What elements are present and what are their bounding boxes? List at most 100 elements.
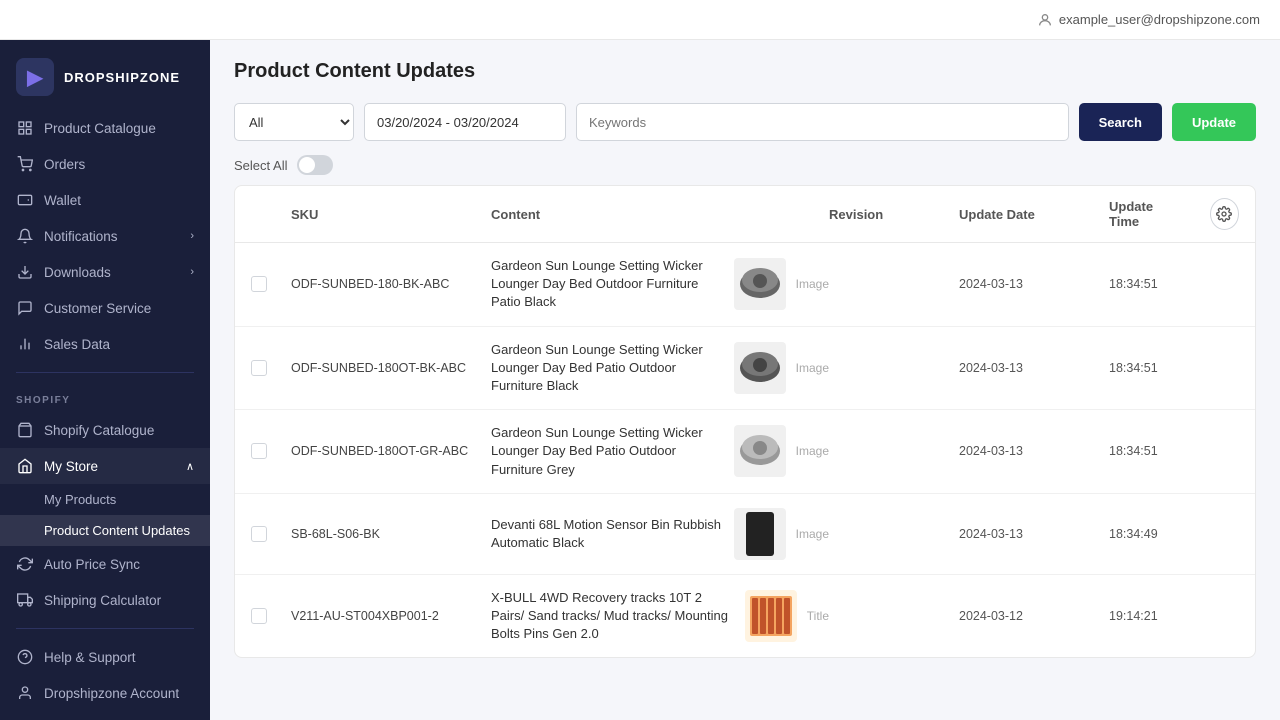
sidebar-item-shopify-catalogue-label: Shopify Catalogue [44, 423, 154, 438]
chart-icon [16, 335, 34, 353]
row-4-sku: SB-68L-S06-BK [291, 527, 491, 541]
sidebar-item-product-catalogue-label: Product Catalogue [44, 121, 156, 136]
shopify-section-label: SHOPIFY [0, 383, 210, 412]
sidebar-item-customer-service[interactable]: Customer Service [0, 290, 210, 326]
logo-arrow: ▶ [27, 65, 42, 90]
sidebar-sub-product-content-updates[interactable]: Product Content Updates [0, 515, 210, 546]
chevron-right-icon: › [190, 230, 194, 242]
select-all-row: Select All [234, 155, 1256, 175]
row-4-time: 18:34:49 [1109, 527, 1239, 541]
wallet-icon [16, 191, 34, 209]
sidebar-item-downloads[interactable]: Downloads › [0, 254, 210, 290]
chevron-up-icon: ∧ [186, 460, 194, 473]
row-3-time: 18:34:51 [1109, 444, 1239, 458]
row-1-checkbox[interactable] [251, 276, 267, 292]
brand-logo: ▶ DROPSHIPZONE [0, 40, 210, 110]
brand-name: DROPSHIPZONE [64, 70, 180, 85]
user-icon [1037, 12, 1053, 28]
sidebar-item-sales-data-label: Sales Data [44, 337, 110, 352]
update-button[interactable]: Update [1172, 103, 1256, 141]
row-3-checkbox[interactable] [251, 443, 267, 459]
logo-icon: ▶ [16, 58, 54, 96]
sidebar-item-downloads-label: Downloads [44, 265, 111, 280]
row-4-date: 2024-03-13 [959, 527, 1109, 541]
table-row: SB-68L-S06-BK Devanti 68L Motion Sensor … [235, 494, 1255, 575]
col-update-time-gear: Update Time [1109, 198, 1239, 230]
select-all-label: Select All [234, 158, 287, 173]
row-2-thumb [734, 342, 786, 394]
sidebar-item-product-catalogue[interactable]: Product Catalogue [0, 110, 210, 146]
row-1-thumb [734, 258, 786, 310]
row-3-thumb [734, 425, 786, 477]
sidebar-item-auto-price-sync[interactable]: Auto Price Sync [0, 546, 210, 582]
row-4-content-text: Devanti 68L Motion Sensor Bin Rubbish Au… [491, 516, 724, 552]
sidebar-item-wallet-label: Wallet [44, 193, 81, 208]
grid-icon [16, 119, 34, 137]
date-range-input[interactable] [364, 103, 566, 141]
row-4-content: Devanti 68L Motion Sensor Bin Rubbish Au… [491, 508, 829, 560]
filter-bar: All Search Update [234, 103, 1256, 141]
sidebar-item-dropshipzone-account[interactable]: Dropshipzone Account [0, 675, 210, 711]
table-row: ODF-SUNBED-180OT-GR-ABC Gardeon Sun Loun… [235, 410, 1255, 494]
sidebar: ▶ DROPSHIPZONE Product Catalogue Orders … [0, 40, 210, 720]
sidebar-item-orders[interactable]: Orders [0, 146, 210, 182]
store-icon [16, 457, 34, 475]
main-content: Product Content Updates All Search Updat… [210, 40, 1280, 720]
cart-icon [16, 155, 34, 173]
sidebar-item-wallet[interactable]: Wallet [0, 182, 210, 218]
chat-icon [16, 299, 34, 317]
row-2-sku: ODF-SUNBED-180OT-BK-ABC [291, 361, 491, 375]
row-3-date: 2024-03-13 [959, 444, 1109, 458]
row-3-content: Gardeon Sun Lounge Setting Wicker Lounge… [491, 424, 829, 479]
row-4-image-label: Image [796, 527, 829, 541]
bell-icon [16, 227, 34, 245]
row-3-content-text: Gardeon Sun Lounge Setting Wicker Lounge… [491, 424, 724, 479]
settings-button[interactable] [1210, 198, 1239, 230]
sidebar-item-auto-price-sync-label: Auto Price Sync [44, 557, 140, 572]
row-5-checkbox[interactable] [251, 608, 267, 624]
sidebar-item-my-store[interactable]: My Store ∧ [0, 448, 210, 484]
row-1-sku: ODF-SUNBED-180-BK-ABC [291, 277, 491, 291]
account-icon [16, 684, 34, 702]
sidebar-item-shopify-catalogue[interactable]: Shopify Catalogue [0, 412, 210, 448]
row-1-time: 18:34:51 [1109, 277, 1239, 291]
table-row: ODF-SUNBED-180OT-BK-ABC Gardeon Sun Loun… [235, 327, 1255, 411]
sidebar-item-notifications-label: Notifications [44, 229, 118, 244]
row-1-date: 2024-03-13 [959, 277, 1109, 291]
row-5-time: 19:14:21 [1109, 609, 1239, 623]
row-5-content: X-BULL 4WD Recovery tracks 10T 2 Pairs/ … [491, 589, 829, 644]
sidebar-item-sales-data[interactable]: Sales Data [0, 326, 210, 362]
row-2-time: 18:34:51 [1109, 361, 1239, 375]
row-4-checkbox[interactable] [251, 526, 267, 542]
row-2-date: 2024-03-13 [959, 361, 1109, 375]
sidebar-item-my-store-label: My Store [44, 459, 98, 474]
sidebar-item-notifications[interactable]: Notifications › [0, 218, 210, 254]
row-4-thumb [734, 508, 786, 560]
keywords-input[interactable] [576, 103, 1069, 141]
sidebar-sub-product-content-updates-label: Product Content Updates [44, 523, 190, 538]
sidebar-item-customer-service-label: Customer Service [44, 301, 151, 316]
table-header: SKU Content Revision Update Date Update … [235, 186, 1255, 243]
page-title: Product Content Updates [234, 60, 1256, 83]
sidebar-item-shipping-calculator[interactable]: Shipping Calculator [0, 582, 210, 618]
sidebar-item-orders-label: Orders [44, 157, 85, 172]
gear-icon [1216, 206, 1232, 222]
row-1-content: Gardeon Sun Lounge Setting Wicker Lounge… [491, 257, 829, 312]
sidebar-item-help-support[interactable]: Help & Support [0, 639, 210, 675]
download-icon [16, 263, 34, 281]
table-row: ODF-SUNBED-180-BK-ABC Gardeon Sun Lounge… [235, 243, 1255, 327]
chevron-right-icon-2: › [190, 266, 194, 278]
row-2-content: Gardeon Sun Lounge Setting Wicker Lounge… [491, 341, 829, 396]
sidebar-sub-my-products[interactable]: My Products [0, 484, 210, 515]
row-2-checkbox[interactable] [251, 360, 267, 376]
col-update-date: Update Date [959, 207, 1109, 222]
filter-dropdown[interactable]: All [234, 103, 354, 141]
row-5-date: 2024-03-12 [959, 609, 1109, 623]
user-email: example_user@dropshipzone.com [1059, 12, 1260, 27]
col-content: Content [491, 207, 829, 222]
col-sku: SKU [291, 207, 491, 222]
sidebar-item-shipping-calculator-label: Shipping Calculator [44, 593, 161, 608]
select-all-toggle[interactable] [297, 155, 333, 175]
sidebar-item-logout[interactable]: Logout [0, 711, 210, 720]
search-button[interactable]: Search [1079, 103, 1162, 141]
